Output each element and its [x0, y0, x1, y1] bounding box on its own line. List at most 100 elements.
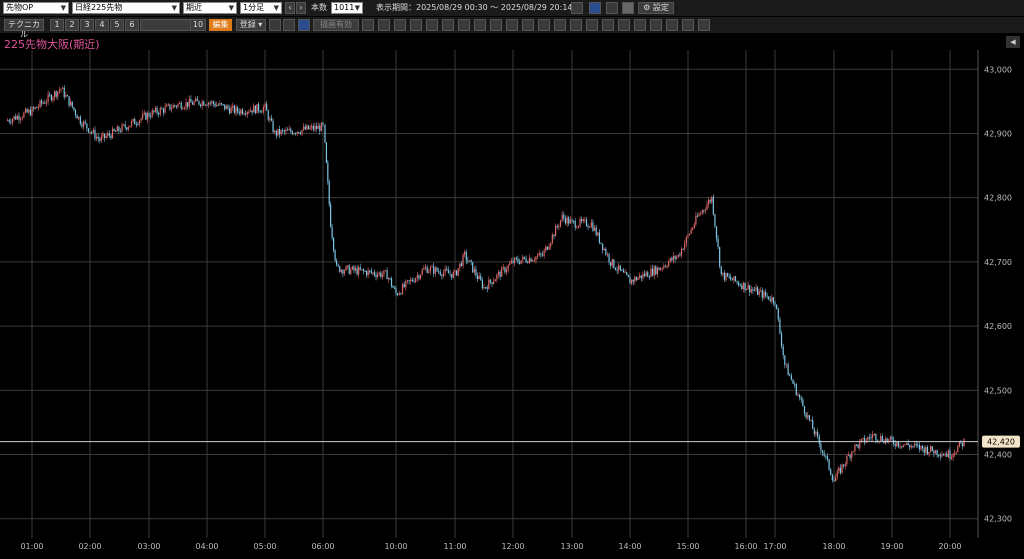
- candle-body: [11, 119, 14, 123]
- candle-body: [520, 260, 522, 264]
- candle-body: [621, 269, 623, 271]
- candle-body: [282, 130, 284, 132]
- candle-body: [813, 428, 815, 435]
- candle-body: [695, 215, 697, 225]
- candle-body: [37, 106, 40, 108]
- candle-body: [780, 333, 783, 347]
- candle-body: [571, 219, 573, 221]
- candle-body: [179, 102, 181, 104]
- candle-body: [225, 105, 227, 110]
- candle-body: [99, 138, 101, 141]
- candle-body: [127, 127, 129, 130]
- y-axis-labels: 42,300 42,400 42,500 42,600 42,700 42,800 42,9…: [984, 65, 1012, 523]
- candle-body: [348, 265, 350, 274]
- candle-body: [111, 128, 114, 139]
- candle-body: [488, 279, 490, 290]
- candle-body: [939, 455, 941, 457]
- candle-body: [624, 272, 626, 274]
- candle-body: [931, 446, 933, 452]
- candle-body: [434, 267, 436, 274]
- candle-body: [930, 446, 932, 452]
- candle-body: [802, 399, 804, 406]
- candle-body: [915, 443, 917, 445]
- candle-body: [523, 256, 526, 259]
- candle-body: [105, 136, 107, 138]
- candle-body: [904, 444, 906, 446]
- current-price-label: 42,420: [987, 438, 1015, 447]
- candle-body: [95, 136, 98, 139]
- candle-body: [441, 274, 443, 277]
- candle-body: [642, 273, 644, 279]
- candle-body: [191, 102, 194, 105]
- candle-body: [610, 262, 612, 266]
- candle-body: [671, 258, 673, 261]
- candle-body: [481, 280, 483, 289]
- candle-body: [707, 200, 710, 205]
- candle-body: [238, 111, 240, 114]
- candle-body: [214, 103, 216, 107]
- candle-body: [923, 448, 925, 453]
- candle-body: [938, 454, 940, 456]
- candle-body: [515, 257, 517, 259]
- candle-body: [81, 124, 83, 127]
- candle-body: [676, 256, 678, 259]
- candle-body: [614, 267, 617, 270]
- candle-body: [485, 287, 487, 289]
- candle-body: [658, 267, 660, 271]
- candle-body: [164, 106, 166, 113]
- candle-body: [290, 128, 292, 132]
- candle-body: [7, 120, 9, 122]
- candle-body: [597, 232, 599, 236]
- candle-body: [693, 224, 695, 228]
- candle-body: [616, 269, 618, 271]
- candle-body: [546, 246, 549, 250]
- candle-body: [296, 131, 298, 134]
- candle-body: [301, 129, 303, 134]
- candle-body: [917, 444, 919, 446]
- candle-body: [668, 261, 670, 267]
- candle-body: [447, 270, 450, 274]
- candle-body: [470, 260, 472, 263]
- candle-body: [257, 104, 260, 111]
- candle-body: [216, 104, 218, 107]
- candle-body: [154, 107, 157, 112]
- candle-body: [532, 260, 534, 262]
- candle-body: [622, 270, 625, 273]
- candle-body: [728, 276, 730, 278]
- candle-body: [852, 451, 854, 453]
- candle-body: [150, 116, 152, 118]
- candle-body: [894, 443, 896, 447]
- candle-body: [854, 444, 856, 452]
- candle-body: [426, 267, 428, 273]
- candle-body: [433, 266, 435, 274]
- candle-body: [58, 90, 60, 92]
- candle-body: [53, 91, 56, 98]
- candle-body: [232, 105, 234, 108]
- candle-body: [358, 267, 360, 275]
- candle-body: [137, 124, 139, 126]
- candle-body: [501, 267, 503, 277]
- candle-body: [706, 204, 708, 210]
- candle-body: [810, 420, 812, 422]
- candle-body: [600, 242, 602, 244]
- candle-body: [805, 413, 807, 418]
- candle-body: [369, 270, 371, 272]
- candle-body: [49, 94, 51, 96]
- candle-body: [684, 243, 686, 250]
- candle-body: [33, 107, 35, 109]
- candle-body: [747, 285, 749, 290]
- candle-body: [769, 299, 771, 302]
- candle-body: [464, 251, 466, 255]
- candle-body: [143, 112, 145, 115]
- candlestick-chart[interactable]: 42,300 42,400 42,500 42,600 42,700 42,800 42,9…: [0, 0, 1024, 559]
- candle-body: [454, 270, 456, 272]
- candle-body: [190, 98, 192, 103]
- candle-body: [198, 100, 200, 105]
- candle-body: [76, 115, 78, 119]
- candle-body: [489, 279, 492, 283]
- candle-body: [926, 447, 929, 454]
- candle-body: [836, 471, 838, 478]
- candle-body: [413, 281, 415, 283]
- candle-body: [925, 447, 927, 453]
- candle-body: [823, 452, 825, 456]
